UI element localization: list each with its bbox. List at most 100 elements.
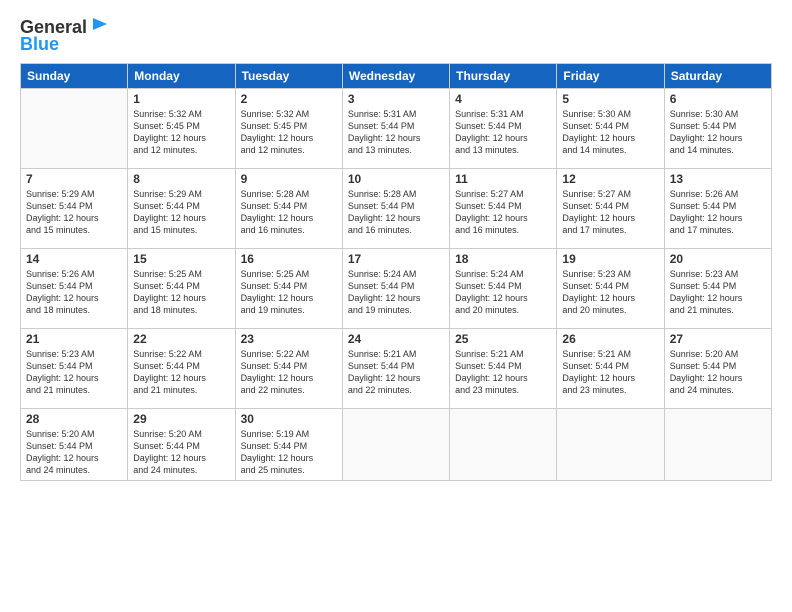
- weekday-header-tuesday: Tuesday: [235, 64, 342, 89]
- day-number: 15: [133, 252, 229, 266]
- day-number: 4: [455, 92, 551, 106]
- calendar-week-row: 7 Sunrise: 5:29 AM Sunset: 5:44 PM Daylig…: [21, 169, 772, 249]
- calendar-cell: 6 Sunrise: 5:30 AM Sunset: 5:44 PM Daylig…: [664, 89, 771, 169]
- calendar-cell: 4 Sunrise: 5:31 AM Sunset: 5:44 PM Daylig…: [450, 89, 557, 169]
- day-info: Sunrise: 5:25 AM Sunset: 5:44 PM Dayligh…: [241, 268, 337, 317]
- calendar-cell: 10 Sunrise: 5:28 AM Sunset: 5:44 PM Dayli…: [342, 169, 449, 249]
- day-number: 22: [133, 332, 229, 346]
- calendar-cell: 1 Sunrise: 5:32 AM Sunset: 5:45 PM Daylig…: [128, 89, 235, 169]
- calendar-week-row: 1 Sunrise: 5:32 AM Sunset: 5:45 PM Daylig…: [21, 89, 772, 169]
- calendar-cell: [342, 409, 449, 481]
- calendar-cell: 28 Sunrise: 5:20 AM Sunset: 5:44 PM Dayli…: [21, 409, 128, 481]
- calendar-cell: 13 Sunrise: 5:26 AM Sunset: 5:44 PM Dayli…: [664, 169, 771, 249]
- calendar-week-row: 14 Sunrise: 5:26 AM Sunset: 5:44 PM Dayli…: [21, 249, 772, 329]
- calendar-cell: 5 Sunrise: 5:30 AM Sunset: 5:44 PM Daylig…: [557, 89, 664, 169]
- day-info: Sunrise: 5:26 AM Sunset: 5:44 PM Dayligh…: [26, 268, 122, 317]
- calendar-header-row: SundayMondayTuesdayWednesdayThursdayFrid…: [21, 64, 772, 89]
- day-number: 6: [670, 92, 766, 106]
- weekday-header-monday: Monday: [128, 64, 235, 89]
- day-number: 16: [241, 252, 337, 266]
- day-info: Sunrise: 5:32 AM Sunset: 5:45 PM Dayligh…: [241, 108, 337, 157]
- calendar-cell: [557, 409, 664, 481]
- day-info: Sunrise: 5:22 AM Sunset: 5:44 PM Dayligh…: [241, 348, 337, 397]
- calendar-week-row: 21 Sunrise: 5:23 AM Sunset: 5:44 PM Dayli…: [21, 329, 772, 409]
- day-info: Sunrise: 5:32 AM Sunset: 5:45 PM Dayligh…: [133, 108, 229, 157]
- day-info: Sunrise: 5:31 AM Sunset: 5:44 PM Dayligh…: [348, 108, 444, 157]
- logo-flag-icon: [89, 16, 111, 38]
- day-number: 14: [26, 252, 122, 266]
- day-info: Sunrise: 5:23 AM Sunset: 5:44 PM Dayligh…: [26, 348, 122, 397]
- calendar-cell: 23 Sunrise: 5:22 AM Sunset: 5:44 PM Dayli…: [235, 329, 342, 409]
- calendar-cell: 19Sunrise: 5:23 AM Sunset: 5:44 PM Dayli…: [557, 249, 664, 329]
- calendar-cell: 22 Sunrise: 5:22 AM Sunset: 5:44 PM Dayli…: [128, 329, 235, 409]
- header: General Blue: [20, 16, 772, 55]
- day-info: Sunrise: 5:23 AM Sunset: 5:44 PM Dayligh…: [670, 268, 766, 317]
- calendar-cell: 25 Sunrise: 5:21 AM Sunset: 5:44 PM Dayli…: [450, 329, 557, 409]
- day-number: 27: [670, 332, 766, 346]
- calendar-cell: [664, 409, 771, 481]
- day-info: Sunrise: 5:21 AM Sunset: 5:44 PM Dayligh…: [348, 348, 444, 397]
- day-number: 26: [562, 332, 658, 346]
- day-number: 1: [133, 92, 229, 106]
- day-info: Sunrise: 5:19 AM Sunset: 5:44 PM Dayligh…: [241, 428, 337, 477]
- calendar-cell: 7 Sunrise: 5:29 AM Sunset: 5:44 PM Daylig…: [21, 169, 128, 249]
- day-number: 10: [348, 172, 444, 186]
- day-number: 9: [241, 172, 337, 186]
- day-info: Sunrise: 5:28 AM Sunset: 5:44 PM Dayligh…: [241, 188, 337, 237]
- calendar-cell: 12 Sunrise: 5:27 AM Sunset: 5:44 PM Dayli…: [557, 169, 664, 249]
- day-info: Sunrise: 5:27 AM Sunset: 5:44 PM Dayligh…: [562, 188, 658, 237]
- day-info: Sunrise: 5:21 AM Sunset: 5:44 PM Dayligh…: [562, 348, 658, 397]
- day-number: 19: [562, 252, 658, 266]
- calendar-cell: 27 Sunrise: 5:20 AM Sunset: 5:44 PM Dayli…: [664, 329, 771, 409]
- calendar-cell: 16 Sunrise: 5:25 AM Sunset: 5:44 PM Dayli…: [235, 249, 342, 329]
- day-info: Sunrise: 5:25 AM Sunset: 5:44 PM Dayligh…: [133, 268, 229, 317]
- day-number: 25: [455, 332, 551, 346]
- calendar-cell: 17 Sunrise: 5:24 AM Sunset: 5:44 PM Dayli…: [342, 249, 449, 329]
- day-info: Sunrise: 5:30 AM Sunset: 5:44 PM Dayligh…: [562, 108, 658, 157]
- day-number: 2: [241, 92, 337, 106]
- day-info: Sunrise: 5:21 AM Sunset: 5:44 PM Dayligh…: [455, 348, 551, 397]
- day-info: Sunrise: 5:26 AM Sunset: 5:44 PM Dayligh…: [670, 188, 766, 237]
- day-number: 11: [455, 172, 551, 186]
- day-number: 7: [26, 172, 122, 186]
- day-number: 12: [562, 172, 658, 186]
- day-info: Sunrise: 5:22 AM Sunset: 5:44 PM Dayligh…: [133, 348, 229, 397]
- day-number: 23: [241, 332, 337, 346]
- day-info: Sunrise: 5:29 AM Sunset: 5:44 PM Dayligh…: [133, 188, 229, 237]
- day-number: 20: [670, 252, 766, 266]
- day-number: 3: [348, 92, 444, 106]
- day-info: Sunrise: 5:20 AM Sunset: 5:44 PM Dayligh…: [26, 428, 122, 477]
- calendar-cell: 9 Sunrise: 5:28 AM Sunset: 5:44 PM Daylig…: [235, 169, 342, 249]
- calendar-week-row: 28 Sunrise: 5:20 AM Sunset: 5:44 PM Dayli…: [21, 409, 772, 481]
- day-number: 28: [26, 412, 122, 426]
- day-number: 8: [133, 172, 229, 186]
- day-number: 17: [348, 252, 444, 266]
- weekday-header-friday: Friday: [557, 64, 664, 89]
- calendar-cell: 29Sunrise: 5:20 AM Sunset: 5:44 PM Dayli…: [128, 409, 235, 481]
- calendar-cell: [450, 409, 557, 481]
- calendar-cell: 26 Sunrise: 5:21 AM Sunset: 5:44 PM Dayli…: [557, 329, 664, 409]
- calendar-cell: 15 Sunrise: 5:25 AM Sunset: 5:44 PM Dayli…: [128, 249, 235, 329]
- day-info: Sunrise: 5:27 AM Sunset: 5:44 PM Dayligh…: [455, 188, 551, 237]
- day-info: Sunrise: 5:20 AM Sunset: 5:44 PM Dayligh…: [670, 348, 766, 397]
- weekday-header-saturday: Saturday: [664, 64, 771, 89]
- day-number: 13: [670, 172, 766, 186]
- day-info: Sunrise: 5:30 AM Sunset: 5:44 PM Dayligh…: [670, 108, 766, 157]
- calendar-cell: [21, 89, 128, 169]
- day-number: 18: [455, 252, 551, 266]
- calendar-cell: 30 Sunrise: 5:19 AM Sunset: 5:44 PM Dayli…: [235, 409, 342, 481]
- day-number: 30: [241, 412, 337, 426]
- weekday-header-thursday: Thursday: [450, 64, 557, 89]
- calendar-cell: 24Sunrise: 5:21 AM Sunset: 5:44 PM Dayli…: [342, 329, 449, 409]
- page: General Blue SundayMondayTuesdayWednesda…: [0, 0, 792, 612]
- day-info: Sunrise: 5:29 AM Sunset: 5:44 PM Dayligh…: [26, 188, 122, 237]
- day-info: Sunrise: 5:24 AM Sunset: 5:44 PM Dayligh…: [348, 268, 444, 317]
- logo: General Blue: [20, 16, 111, 55]
- day-info: Sunrise: 5:28 AM Sunset: 5:44 PM Dayligh…: [348, 188, 444, 237]
- day-number: 21: [26, 332, 122, 346]
- calendar-cell: 11 Sunrise: 5:27 AM Sunset: 5:44 PM Dayli…: [450, 169, 557, 249]
- day-info: Sunrise: 5:31 AM Sunset: 5:44 PM Dayligh…: [455, 108, 551, 157]
- calendar-cell: 21 Sunrise: 5:23 AM Sunset: 5:44 PM Dayli…: [21, 329, 128, 409]
- calendar-cell: 18Sunrise: 5:24 AM Sunset: 5:44 PM Dayli…: [450, 249, 557, 329]
- day-number: 5: [562, 92, 658, 106]
